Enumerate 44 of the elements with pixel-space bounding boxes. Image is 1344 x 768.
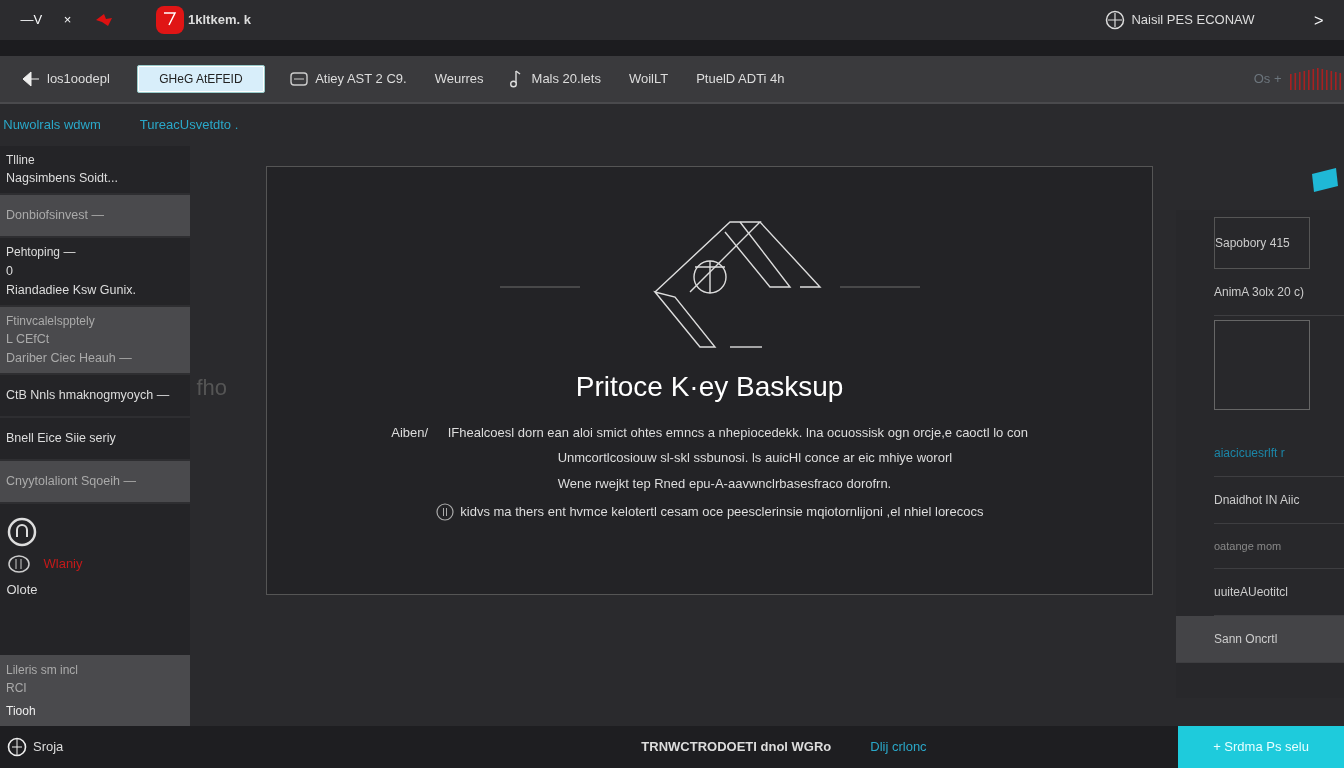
list-item[interactable]: Sapobory 415 [1214, 216, 1310, 269]
toolbar-button[interactable]: los1oodepl [19, 68, 111, 90]
sidebar-item[interactable]: Lileris sm incl RCI Tiooh [0, 654, 190, 726]
list-link[interactable]: aiacicuesrlft r [1214, 429, 1344, 477]
minimize-button[interactable]: —V [19, 9, 44, 31]
logo-icon [154, 5, 185, 35]
paragraph-line: Unmcortlcosiouw sl-skl ssbunosi. ls auicHl conce ar eic mhiye wororl [556, 449, 954, 468]
toolbar-button[interactable]: Mals 20.lets [504, 68, 602, 90]
info-text: kidvs ma thers ent hvmce kelotertl cesam oce peesclerinsie mqiotornlijoni ,el nhiel lorecocs [460, 503, 984, 522]
headphones-icon [6, 517, 37, 548]
alert-text: Wlaniy [43, 554, 83, 573]
list-item[interactable]: oatange mom [1214, 523, 1344, 569]
status-note: Olote [6, 581, 39, 600]
globe-icon [1104, 10, 1125, 30]
paragraph-line: Wene rwejkt tep Rned epu-A-aavwnclrbasesfraco dorofrn. [556, 474, 893, 493]
toolbar-button[interactable]: Atiey AST 2 C9. [287, 68, 408, 90]
breadcrumb-link[interactable]: TureacUsvetdto . [139, 115, 239, 135]
status-link[interactable]: Dlij crlonc [870, 737, 927, 757]
dialog-title: Pritoce K·ey Basksup [575, 369, 844, 404]
list-item[interactable]: Dnaidhot IN Aiic [1214, 476, 1344, 524]
toolbar-field-button[interactable]: GHeG AtEFEID [136, 65, 265, 93]
toolbar-button[interactable]: Weurres [433, 68, 485, 90]
note-icon [1310, 166, 1340, 194]
user-name: Sroja [33, 738, 64, 757]
paragraph-line: IFhealcoesl dorn ean aloi smict ohtes emncs a nhepiocedekk. lna ocuossisk ogn orcje,e caoctl lo con [447, 423, 1028, 442]
zoom-label: Os + [1253, 70, 1282, 89]
list-item[interactable]: Sann Oncrtl [1176, 616, 1344, 663]
status-text: TRNWCTRODOETI dnol WGRo [641, 738, 832, 757]
list-item[interactable]: AnimA 3olx 20 c) [1214, 268, 1344, 316]
toolbar-icon [288, 70, 309, 88]
globe-icon [6, 737, 27, 757]
sidebar-item[interactable]: Donbiofsinvest — [0, 195, 190, 239]
sidebar-item[interactable]: CtB Nnls hmaknogmyoych — [0, 375, 190, 419]
breadcrumb-link[interactable]: Nuwolrals wdwm [3, 115, 101, 135]
toolbar-icon [20, 70, 41, 88]
account-name[interactable]: Naisil PES ECONAW [1131, 10, 1255, 30]
sidebar-item[interactable]: Cnyytolaliont Sqoeih — [0, 461, 190, 505]
forward-button[interactable]: > [1313, 6, 1325, 34]
sidebar-item[interactable]: Ftinvcalelspptely L CEfCt Dariber Ciec Heauh — [0, 306, 190, 376]
lead-label: Aiben/ [391, 423, 429, 442]
toolbar-button[interactable]: WoilLT [627, 68, 670, 90]
close-button[interactable]: × [62, 9, 73, 31]
toolbar-button[interactable]: PtuelD ADTi 4h [695, 68, 786, 90]
app-title: 1kltkem. k [188, 11, 251, 30]
